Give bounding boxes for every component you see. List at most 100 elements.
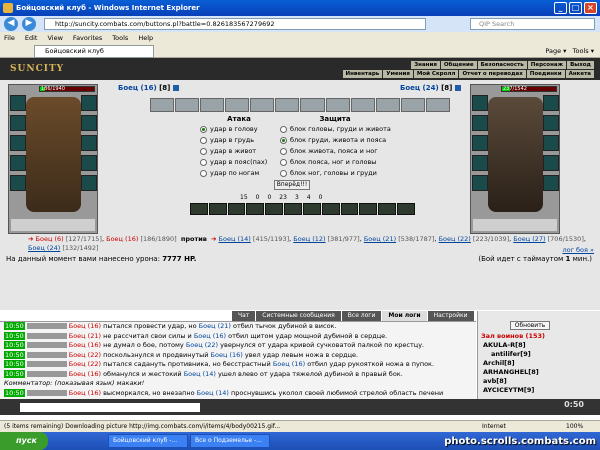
item-slot[interactable]	[225, 98, 250, 112]
fighter-link[interactable]: Боец (16)	[69, 322, 101, 330]
helmet-slot[interactable]	[472, 95, 488, 111]
page-menu[interactable]: Page	[545, 47, 561, 55]
menu-security[interactable]: Безопасность	[477, 61, 527, 69]
fighter-link[interactable]: Боец (22)	[69, 360, 101, 368]
spell-icon[interactable]	[340, 203, 359, 215]
url-input[interactable]: http://suncity.combats.com/buttons.pl?ba…	[44, 18, 426, 30]
left-ring-slots[interactable]	[11, 219, 95, 231]
fight-log-link[interactable]: лог боя »	[562, 246, 594, 254]
item-slot[interactable]	[350, 98, 375, 112]
gloves-slot[interactable]	[543, 115, 559, 131]
defense-option[interactable]: блок головы, груди и живота	[280, 124, 391, 135]
fighter-link[interactable]: Боец (16)	[69, 389, 101, 397]
info-icon[interactable]	[172, 85, 179, 91]
radio-button[interactable]	[280, 158, 287, 166]
search-input[interactable]: QIP Search	[470, 18, 595, 30]
user-list-item[interactable]: Archil[8]	[483, 359, 515, 368]
tab-system-messages[interactable]: Системные сообщения	[256, 311, 341, 321]
tools-menu[interactable]: Tools	[573, 47, 589, 55]
tab-all-logs[interactable]: Все логи	[341, 311, 382, 321]
fighter-link[interactable]: Боец (16)	[211, 351, 243, 359]
maximize-button[interactable]: □	[569, 2, 582, 14]
tab-my-logs[interactable]: Мои логи	[382, 311, 427, 321]
menu-edit[interactable]: Edit	[25, 34, 38, 42]
attack-option[interactable]: удар по ногам	[200, 168, 278, 179]
user-list-item[interactable]: AYCICEYTM[9]	[483, 386, 534, 395]
item-slot[interactable]	[400, 98, 425, 112]
amulet-slot[interactable]	[472, 115, 488, 131]
defense-option[interactable]: блок груди, живота и пояса	[280, 135, 390, 146]
menu-favorites[interactable]: Favorites	[73, 34, 102, 42]
zoom-level[interactable]: 100%	[566, 421, 583, 432]
item-slot[interactable]	[175, 98, 200, 112]
menu-inventory[interactable]: Инвентарь	[342, 70, 383, 78]
back-button[interactable]: ◀	[4, 17, 18, 31]
radio-button[interactable]	[280, 125, 287, 133]
item-slot[interactable]	[425, 98, 450, 112]
spell-icon[interactable]	[284, 203, 302, 215]
spell-icon[interactable]	[208, 203, 227, 215]
user-list-item[interactable]: antilifer[9]	[491, 350, 531, 359]
radio-button[interactable]	[200, 147, 207, 155]
radio-button[interactable]	[280, 147, 287, 155]
taskbar-item[interactable]: Все о Подземелье -...	[190, 434, 270, 448]
leggings-slot[interactable]	[543, 155, 559, 171]
spell-icon[interactable]	[359, 203, 378, 215]
boots-slot[interactable]	[81, 175, 97, 191]
tab-settings[interactable]: Настройки	[427, 311, 474, 321]
chat-input[interactable]	[20, 403, 200, 412]
menu-scroll[interactable]: Мой Скролл	[413, 70, 459, 78]
fighter-link[interactable]: Боец (16)	[194, 332, 226, 340]
user-list-item[interactable]: ARHANGHEL[8]	[483, 368, 539, 377]
menu-view[interactable]: View	[47, 34, 62, 42]
item-slot[interactable]	[325, 98, 350, 112]
team-member-link[interactable]: Боец (12)	[293, 235, 325, 243]
item-slot[interactable]	[150, 98, 175, 112]
fighter-link[interactable]: Боец (14)	[197, 389, 229, 397]
right-ring-slots[interactable]	[473, 219, 557, 231]
menu-fights[interactable]: Поединки	[526, 70, 565, 78]
info-icon[interactable]	[454, 85, 461, 91]
fighter-link[interactable]: Боец (16)	[69, 341, 101, 349]
attack-option[interactable]: удар в грудь	[200, 135, 278, 146]
spell-icon[interactable]	[302, 203, 321, 215]
menu-file[interactable]: File	[4, 34, 15, 42]
spell-icon[interactable]	[321, 203, 340, 215]
radio-button[interactable]	[200, 125, 207, 133]
earring-slot[interactable]	[81, 95, 97, 111]
fighter-link[interactable]: Боец (21)	[199, 322, 231, 330]
spell-icon[interactable]	[246, 203, 265, 215]
item-slot[interactable]	[250, 98, 275, 112]
forward-button[interactable]: ▶	[22, 17, 36, 31]
earring-slot[interactable]	[543, 95, 559, 111]
spell-icon[interactable]	[397, 203, 415, 215]
menu-exit[interactable]: Выход	[567, 61, 594, 69]
browser-tab[interactable]: Бойцовский клуб	[34, 45, 154, 58]
start-button[interactable]: пуск	[0, 432, 48, 450]
spell-icon[interactable]	[265, 203, 284, 215]
weapon-slot[interactable]	[10, 135, 26, 151]
right-fighter-name[interactable]: Боец (24) [8]	[400, 84, 461, 92]
team-member-link[interactable]: Боец (22)	[439, 235, 471, 243]
team-member-link[interactable]: Боец (21)	[364, 235, 396, 243]
attack-option[interactable]: удар в живот	[200, 146, 278, 157]
spell-icon[interactable]	[378, 203, 397, 215]
menu-tools[interactable]: Tools	[112, 34, 128, 42]
team-member-link[interactable]: Боец (14)	[219, 235, 251, 243]
fighter-link[interactable]: Боец (14)	[184, 370, 216, 378]
menu-transfers[interactable]: Отчет о переводах	[459, 70, 526, 78]
fighter-link[interactable]: Боец (22)	[186, 341, 218, 349]
user-list-item[interactable]: AKULA-R[8]	[483, 341, 526, 350]
user-list-item[interactable]: avb[8]	[483, 377, 507, 386]
shield-slot[interactable]	[543, 135, 559, 151]
defense-option[interactable]: блок ног, головы и груди	[280, 168, 390, 179]
fighter-link[interactable]: Боец (21)	[69, 332, 101, 340]
belt-slot[interactable]	[10, 175, 26, 191]
defense-option[interactable]: блок пояса, ног и головы	[280, 157, 390, 168]
spell-icon[interactable]	[190, 203, 208, 215]
go-button[interactable]: Вперёд!!!	[274, 180, 310, 190]
menu-communication[interactable]: Общение	[440, 61, 477, 69]
belt-slot[interactable]	[472, 175, 488, 191]
team-member-link[interactable]: Боец (27)	[513, 235, 545, 243]
menu-skills[interactable]: Умения	[383, 70, 413, 78]
